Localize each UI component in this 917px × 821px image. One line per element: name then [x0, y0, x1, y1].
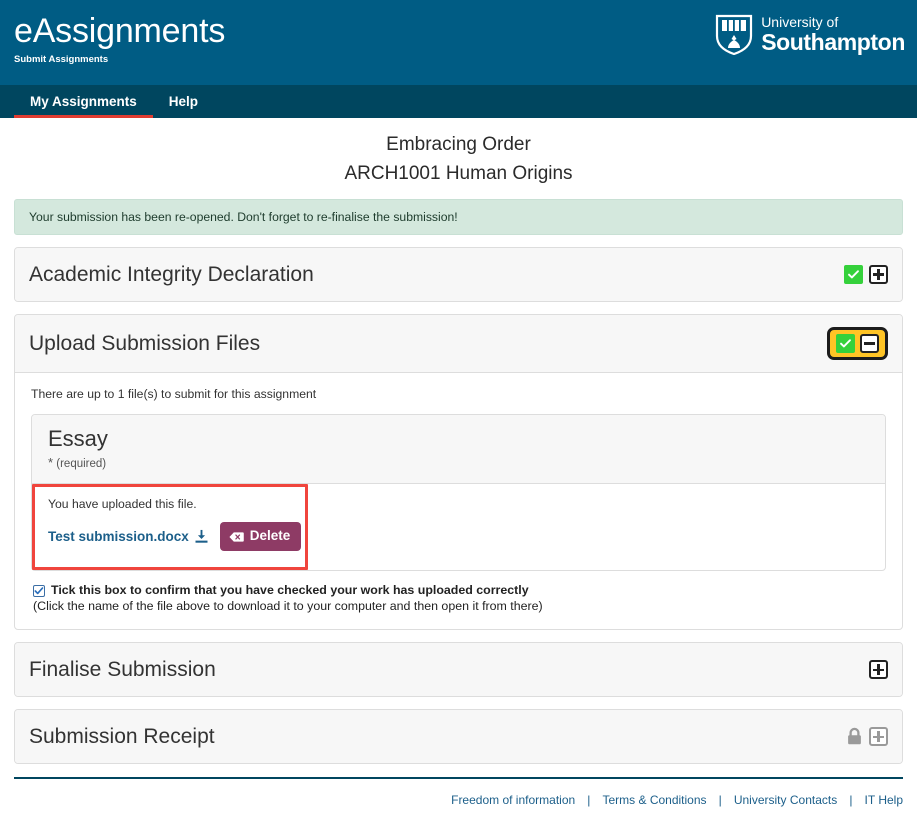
- nav-item-my-assignments-label: My Assignments: [30, 94, 137, 109]
- reopened-alert-text: Your submission has been re-opened. Don'…: [29, 210, 458, 224]
- panel-title-submission-receipt: Submission Receipt: [29, 725, 215, 749]
- brand-subtitle: Submit Assignments: [14, 54, 108, 65]
- panel-icon-group-submission-receipt: [846, 727, 888, 746]
- university-wordmark: University of Southampton: [761, 15, 905, 54]
- plus-expand-icon-disabled: [869, 727, 888, 746]
- uploaded-status-text: You have uploaded this file.: [48, 497, 869, 511]
- panel-academic-integrity-declaration: Academic Integrity Declaration: [14, 247, 903, 302]
- file-slot-required-label: * (required): [48, 455, 869, 470]
- plus-expand-icon[interactable]: [869, 660, 888, 679]
- panel-finalise-submission: Finalise Submission: [14, 642, 903, 697]
- upload-confirm-hint: (Click the name of the file above to dow…: [33, 599, 886, 613]
- green-check-icon: [844, 265, 863, 284]
- footer-link-it-help[interactable]: IT Help: [865, 793, 903, 807]
- panel-header-upload-submission-files[interactable]: Upload Submission Files: [15, 315, 902, 373]
- uploaded-file-row: Test submission.docx: [48, 522, 869, 551]
- uploaded-file-link[interactable]: Test submission.docx: [48, 529, 209, 544]
- delete-file-button[interactable]: Delete: [220, 522, 302, 551]
- logo-line-1: University of: [761, 15, 905, 29]
- assignment-module: ARCH1001 Human Origins: [14, 163, 903, 185]
- footer-link-terms-and-conditions[interactable]: Terms & Conditions: [602, 793, 706, 807]
- nav-item-help-label: Help: [169, 94, 198, 109]
- file-slot-card-essay: Essay * (required) You have uploaded thi…: [31, 414, 886, 571]
- panel-body-upload-submission-files: There are up to 1 file(s) to submit for …: [15, 373, 902, 629]
- delete-file-button-label: Delete: [250, 527, 291, 545]
- required-asterisk: *: [48, 455, 53, 470]
- footer-link-university-contacts[interactable]: University Contacts: [734, 793, 837, 807]
- download-icon: [194, 529, 209, 544]
- required-text: (required): [56, 458, 106, 470]
- upload-confirm-checkbox[interactable]: [33, 585, 45, 597]
- panel-title-finalise-submission: Finalise Submission: [29, 658, 216, 682]
- main-content: Embracing Order ARCH1001 Human Origins Y…: [0, 134, 917, 764]
- panel-icon-group-finalise-submission: [869, 660, 888, 679]
- upload-confirm-label: Tick this box to confirm that you have c…: [51, 583, 529, 597]
- reopened-alert-banner: Your submission has been re-opened. Don'…: [14, 199, 903, 235]
- lock-icon: [846, 727, 863, 746]
- page-root: eAssignments Submit Assignments Universi…: [0, 0, 917, 821]
- brand-title: eAssignments: [14, 10, 225, 52]
- footer-separator: |: [712, 793, 729, 807]
- nav-item-help[interactable]: Help: [153, 85, 214, 118]
- panel-icon-group-academic-integrity: [844, 265, 888, 284]
- panel-icon-group-upload-submission-files: [827, 327, 888, 360]
- footer-separator: |: [842, 793, 859, 807]
- panel-header-finalise-submission[interactable]: Finalise Submission: [15, 643, 902, 696]
- university-logo: University of Southampton: [715, 13, 905, 55]
- green-check-icon: [836, 334, 855, 353]
- shield-crest-icon: [715, 13, 753, 55]
- nav-item-my-assignments[interactable]: My Assignments: [14, 85, 153, 118]
- panel-submission-receipt: Submission Receipt: [14, 709, 903, 764]
- main-navigation: My Assignments Help: [0, 85, 917, 118]
- footer-separator: |: [580, 793, 597, 807]
- plus-expand-icon[interactable]: [869, 265, 888, 284]
- panel-upload-submission-files: Upload Submission Files There are up to …: [14, 314, 903, 630]
- footer-link-freedom-of-information[interactable]: Freedom of information: [451, 793, 575, 807]
- file-slot-header: Essay * (required): [32, 415, 885, 484]
- minus-collapse-icon[interactable]: [860, 334, 879, 353]
- panel-title-academic-integrity-declaration: Academic Integrity Declaration: [29, 263, 314, 287]
- panel-title-upload-submission-files: Upload Submission Files: [29, 332, 260, 356]
- file-slot-body: You have uploaded this file. Test submis…: [32, 484, 885, 570]
- logo-line-2: Southampton: [761, 31, 905, 54]
- uploaded-file-name: Test submission.docx: [48, 529, 189, 544]
- file-slot-title: Essay: [48, 426, 869, 451]
- upload-file-count-note: There are up to 1 file(s) to submit for …: [31, 387, 886, 401]
- backspace-delete-icon: [229, 530, 244, 542]
- panel-header-academic-integrity-declaration[interactable]: Academic Integrity Declaration: [15, 248, 902, 301]
- assignment-title: Embracing Order: [14, 134, 903, 156]
- panel-header-submission-receipt[interactable]: Submission Receipt: [15, 710, 902, 763]
- upload-confirm-checkbox-row[interactable]: Tick this box to confirm that you have c…: [33, 583, 886, 597]
- upload-confirm-block: Tick this box to confirm that you have c…: [31, 583, 886, 613]
- site-footer: Freedom of information | Terms & Conditi…: [0, 779, 917, 808]
- site-header: eAssignments Submit Assignments Universi…: [0, 0, 917, 85]
